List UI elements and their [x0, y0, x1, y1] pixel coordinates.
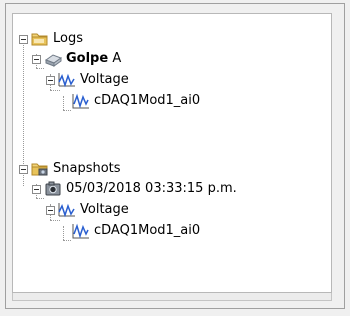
waveform-icon: [58, 202, 76, 218]
tree-node-snapshot[interactable]: 05/03/2018 03:33:15 p.m.: [44, 179, 237, 199]
tree-connector: [63, 96, 64, 110]
tree-connector: [63, 240, 71, 241]
channel-waveform-icon: [72, 223, 90, 239]
tree-node-label: 05/03/2018 03:33:15 p.m.: [66, 181, 237, 196]
folder-icon: [31, 31, 49, 47]
collapse-toggle-snapshots[interactable]: [19, 165, 28, 174]
collapse-toggle-golpe[interactable]: [32, 55, 41, 64]
camera-icon: [44, 181, 62, 197]
camera-folder-icon: [31, 161, 49, 177]
tree-node-label: cDAQ1Mod1_ai0: [94, 223, 201, 238]
tree-node-channel[interactable]: cDAQ1Mod1_ai0: [72, 91, 200, 111]
horizontal-scrollbar[interactable]: [12, 293, 332, 301]
tree-connector: [36, 68, 44, 69]
tree-node-label-suffix: A: [108, 51, 122, 66]
tree-connector: [50, 90, 60, 91]
waveform-icon: [58, 72, 76, 88]
channel-waveform-icon: [72, 93, 90, 109]
tree-node-label: Snapshots: [53, 161, 121, 176]
tree-node-label: Golpe: [66, 51, 109, 66]
tree-node-label: Voltage: [80, 72, 129, 87]
log-tree[interactable]: Logs Golpe A Voltage cDAQ1Mod1_ai0 Snaps…: [12, 13, 332, 293]
tree-connector: [63, 226, 64, 240]
tree-node-label: cDAQ1Mod1_ai0: [94, 93, 201, 108]
tree-node-golpe-a[interactable]: Golpe A: [44, 49, 121, 69]
tree-node-voltage[interactable]: Voltage: [58, 200, 129, 220]
tree-node-label: Logs: [53, 31, 83, 46]
tree-node-channel[interactable]: cDAQ1Mod1_ai0: [72, 221, 200, 241]
tree-connector: [50, 220, 60, 221]
collapse-toggle-logs[interactable]: [19, 35, 28, 44]
collapse-toggle-voltage[interactable]: [46, 76, 55, 85]
disk-icon: [44, 51, 62, 67]
tree-connector: [63, 110, 71, 111]
collapse-toggle-voltage[interactable]: [46, 206, 55, 215]
collapse-toggle-snapshot[interactable]: [32, 185, 41, 194]
tree-node-logs[interactable]: Logs: [31, 29, 83, 49]
tree-node-voltage[interactable]: Voltage: [58, 70, 129, 90]
tree-node-label: Voltage: [80, 202, 129, 217]
tree-node-snapshots[interactable]: Snapshots: [31, 159, 121, 179]
tree-connector: [36, 198, 44, 199]
